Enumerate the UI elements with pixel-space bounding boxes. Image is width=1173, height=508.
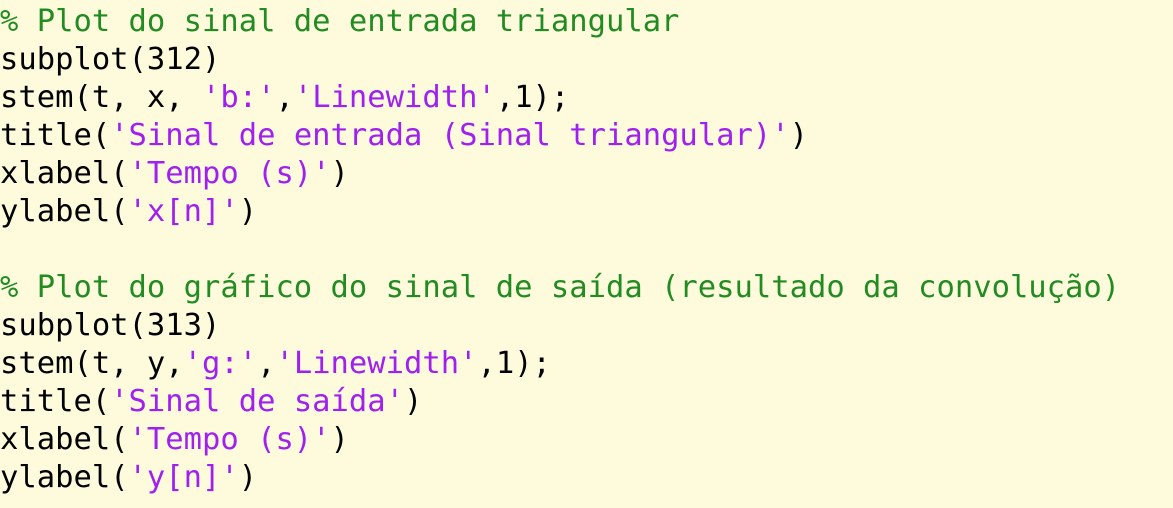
string-token: 'b:' xyxy=(202,80,276,115)
code-token: ) xyxy=(238,460,258,495)
code-token: subplot(312) xyxy=(0,42,221,77)
code-token: ylabel( xyxy=(0,194,129,229)
code-token: ) xyxy=(238,194,258,229)
string-token: 'Sinal de entrada (Sinal triangular)' xyxy=(110,118,790,153)
string-token: 'Linewidth' xyxy=(293,80,496,115)
code-token: , xyxy=(257,346,276,381)
code-comment-line[interactable]: % Plot do gráfico do sinal de saída (res… xyxy=(0,269,1173,307)
code-token: ) xyxy=(330,422,349,457)
code-line[interactable]: subplot(312) xyxy=(0,41,1173,79)
code-token: ylabel( xyxy=(0,460,129,495)
code-line[interactable]: stem(t, y,'g:','Linewidth',1); xyxy=(0,345,1173,383)
code-token: ) xyxy=(404,384,423,419)
code-line[interactable]: stem(t, x, 'b:','Linewidth',1); xyxy=(0,79,1173,117)
code-line[interactable]: xlabel('Tempo (s)') xyxy=(0,155,1173,193)
code-token: stem(t, y, xyxy=(0,346,184,381)
code-token: subplot(313) xyxy=(0,308,221,343)
code-line[interactable]: title('Sinal de entrada (Sinal triangula… xyxy=(0,117,1173,155)
code-token: xlabel( xyxy=(0,156,129,191)
code-token: title( xyxy=(0,384,111,419)
string-token: 'Tempo (s)' xyxy=(128,156,331,191)
code-line[interactable] xyxy=(0,231,1173,269)
code-line[interactable]: ylabel('x[n]') xyxy=(0,193,1173,231)
comment-token: % Plot do gráfico do sinal de saída (res… xyxy=(0,270,1121,305)
code-line[interactable]: ylabel('y[n]') xyxy=(0,459,1173,497)
code-line[interactable]: xlabel('Tempo (s)') xyxy=(0,421,1173,459)
comment-token: % Plot do sinal de entrada triangular xyxy=(0,4,680,39)
code-comment-line[interactable]: % Plot do sinal de entrada triangular xyxy=(0,3,1173,41)
code-line[interactable]: subplot(313) xyxy=(0,307,1173,345)
code-token: , xyxy=(275,80,294,115)
string-token: 'Linewidth' xyxy=(275,346,478,381)
string-token: 'Tempo (s)' xyxy=(128,422,331,457)
string-token: 'g:' xyxy=(183,346,258,381)
code-line[interactable]: title('Sinal de saída') xyxy=(0,383,1173,421)
code-token: ,1); xyxy=(495,80,570,115)
code-token: ) xyxy=(789,118,808,153)
string-token: 'x[n]' xyxy=(128,194,239,229)
code-token: stem(t, x, xyxy=(0,80,202,115)
string-token: 'y[n]' xyxy=(128,460,239,495)
code-token: xlabel( xyxy=(0,422,129,457)
string-token: 'Sinal de saída' xyxy=(110,384,404,419)
code-token: ,1); xyxy=(477,346,551,381)
code-token: title( xyxy=(0,118,111,153)
code-editor[interactable]: % Plot do sinal de entrada triangular sub… xyxy=(0,0,1173,508)
code-token: ) xyxy=(330,156,349,191)
